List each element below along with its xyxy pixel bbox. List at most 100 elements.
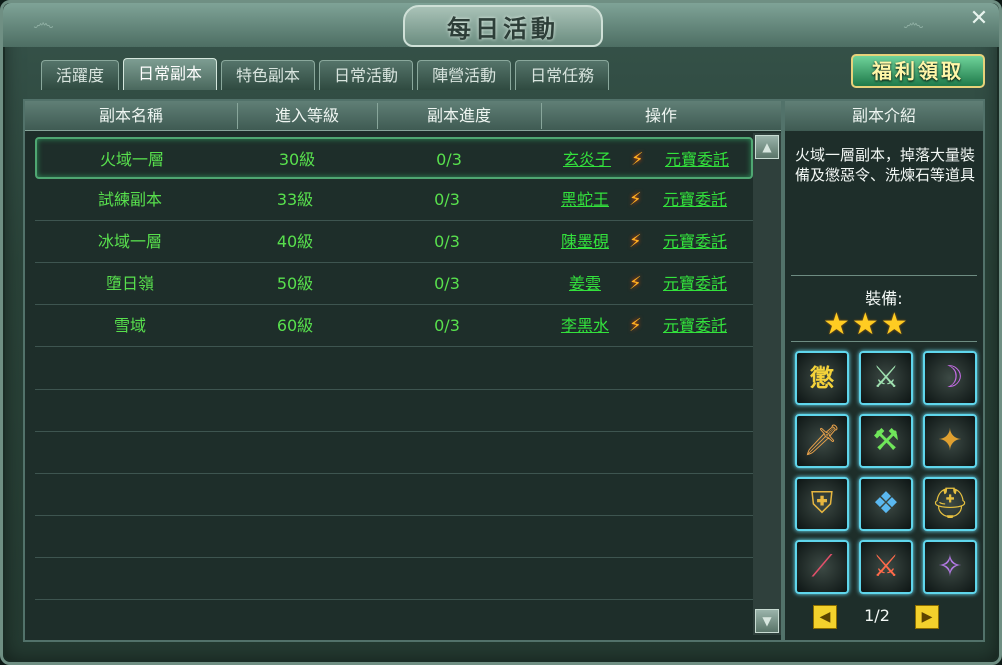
green-blade-icon: ⚔ xyxy=(872,360,900,395)
entry-level: 40級 xyxy=(276,232,314,251)
bronze-sword-icon: 🗡 xyxy=(802,423,842,458)
equipment-slot[interactable]: ⛨ xyxy=(795,477,849,531)
header-actions: 操作 xyxy=(644,106,677,125)
purple-scythe-icon: ☽ xyxy=(936,360,964,395)
row-divider xyxy=(35,515,753,516)
equipment-slot[interactable]: ⚔ xyxy=(859,540,913,594)
next-page-icon[interactable]: ▶ xyxy=(915,605,939,629)
row-divider xyxy=(35,431,753,432)
npc-link[interactable]: 李黑水 xyxy=(555,305,615,347)
row-divider xyxy=(35,473,753,474)
dungeon-name: 試練副本 xyxy=(97,190,162,209)
equipment-slot[interactable]: ⛑ xyxy=(923,477,977,531)
star-icon: ★ xyxy=(880,307,908,342)
star-icon: ★ xyxy=(823,307,850,342)
table-row[interactable]: 火域一層 30級 0/3 玄炎子 ⚡ 元寶委託 xyxy=(35,137,753,179)
divider xyxy=(791,275,977,276)
equipment-slot[interactable]: ⚒ xyxy=(859,414,913,468)
red-blade-icon: ⚔ xyxy=(872,549,900,584)
npc-link[interactable]: 黑蛇王 xyxy=(555,179,615,221)
entrust-link[interactable]: 元寶委託 xyxy=(655,305,735,347)
npc-link[interactable]: 玄炎子 xyxy=(557,139,617,181)
equipment-slot[interactable]: ⚔ xyxy=(859,351,913,405)
npc-link[interactable]: 陳墨硯 xyxy=(555,221,615,263)
dungeon-name: 火域一層 xyxy=(99,150,164,169)
dungeon-table: 副本名稱 進入等級 副本進度 操作 火域一層 30級 0/3 玄炎子 ⚡ 元寶委… xyxy=(23,99,783,642)
tab-faction-events[interactable]: 陣營活動 xyxy=(417,60,512,90)
entrust-link[interactable]: 元寶委託 xyxy=(657,139,737,181)
equipment-label: 裝備: xyxy=(865,289,903,308)
dungeon-progress: 0/3 xyxy=(436,150,462,169)
entry-level: 50級 xyxy=(276,274,314,293)
lightning-icon: ⚡ xyxy=(631,149,644,170)
tab-daily-quests[interactable]: 日常任務 xyxy=(515,60,610,90)
dungeon-progress: 0/3 xyxy=(434,190,460,209)
close-icon[interactable]: ✕ xyxy=(967,7,991,31)
dungeon-name: 墮日嶺 xyxy=(105,274,154,293)
tab-bar: 活躍度 日常副本 特色副本 日常活動 陣營活動 日常任務 xyxy=(41,58,610,90)
header-dungeon-name: 副本名稱 xyxy=(98,106,163,125)
crimson-staff-icon: ⟋ xyxy=(811,549,833,584)
dungeon-name: 冰域一層 xyxy=(97,232,162,251)
star-icon: ★ xyxy=(851,307,879,342)
entry-level: 33級 xyxy=(276,190,314,209)
row-divider xyxy=(35,599,753,600)
entrust-link[interactable]: 元寶委託 xyxy=(655,263,735,305)
equipment-slot[interactable]: ❖ xyxy=(859,477,913,531)
star-rating: ★ ★ ★ xyxy=(823,309,908,341)
dungeon-description: 火域一層副本，掉落大量裝備及懲惡令、洗煉石等道具 xyxy=(795,146,976,184)
dungeon-progress: 0/3 xyxy=(434,274,460,293)
header-progress: 副本進度 xyxy=(426,106,491,125)
equipment-slot[interactable]: ☽ xyxy=(923,351,977,405)
cloud-ornament-icon: ෴ xyxy=(903,11,924,36)
scroll-down-icon[interactable]: ▼ xyxy=(755,609,779,633)
daily-activity-window: ෴ ෴ 每日活動 ✕ 活躍度 日常副本 特色副本 日常活動 陣營活動 日常任務 … xyxy=(0,0,1002,665)
equipment-slot[interactable]: ✧ xyxy=(923,540,977,594)
equipment-slot[interactable]: 懲 xyxy=(795,351,849,405)
dungeon-progress: 0/3 xyxy=(434,232,460,251)
red-gold-armor-icon: ✦ xyxy=(937,423,963,458)
cloud-ornament-icon: ෴ xyxy=(33,11,54,36)
equipment-slot[interactable]: ✦ xyxy=(923,414,977,468)
window-title: 每日活動 xyxy=(447,15,559,43)
jade-hilt-icon: ⚒ xyxy=(872,423,900,458)
claim-welfare-button[interactable]: 福利領取 xyxy=(851,54,985,88)
violet-blade-icon: ✧ xyxy=(937,549,963,584)
gold-helm-icon: ⛑ xyxy=(930,486,970,521)
equipment-slot[interactable]: 🗡 xyxy=(795,414,849,468)
header-entry-level: 進入等級 xyxy=(274,106,339,125)
table-row[interactable]: 試練副本 33級 0/3 黑蛇王 ⚡ 元寶委託 xyxy=(35,179,753,221)
npc-link[interactable]: 姜雲 xyxy=(555,263,615,305)
tab-daily-dungeon[interactable]: 日常副本 xyxy=(123,58,218,90)
tab-daily-events[interactable]: 日常活動 xyxy=(319,60,414,90)
blue-scale-armor-icon: ❖ xyxy=(872,486,900,521)
entry-level: 60級 xyxy=(276,316,314,335)
dungeon-progress: 0/3 xyxy=(434,316,460,335)
lightning-icon: ⚡ xyxy=(629,231,642,252)
prev-page-icon[interactable]: ◀ xyxy=(813,605,837,629)
table-header: 副本名稱 進入等級 副本進度 操作 xyxy=(25,101,781,131)
dungeon-info-panel: 副本介紹 火域一層副本，掉落大量裝備及懲惡令、洗煉石等道具 裝備: ★ ★ ★ … xyxy=(783,99,985,642)
table-scrollbar[interactable]: ▲ ▼ xyxy=(753,133,781,635)
row-divider xyxy=(35,557,753,558)
tab-special-dungeon[interactable]: 特色副本 xyxy=(221,60,316,90)
entrust-link[interactable]: 元寶委託 xyxy=(655,179,735,221)
tab-activity[interactable]: 活躍度 xyxy=(41,60,120,90)
dungeon-name: 雪域 xyxy=(113,316,146,335)
divider xyxy=(791,341,977,342)
scroll-up-icon[interactable]: ▲ xyxy=(755,135,779,159)
equipment-slot[interactable]: ⟋ xyxy=(795,540,849,594)
gold-armor-icon: ⛨ xyxy=(810,486,834,521)
info-header: 副本介紹 xyxy=(785,101,983,131)
entry-level: 30級 xyxy=(278,150,316,169)
lightning-icon: ⚡ xyxy=(629,273,642,294)
badge-token-icon: 懲 xyxy=(810,364,834,392)
table-row[interactable]: 雪域 60級 0/3 李黑水 ⚡ 元寶委託 xyxy=(35,305,753,347)
table-row[interactable]: 冰域一層 40級 0/3 陳墨硯 ⚡ 元寶委託 xyxy=(35,221,753,263)
lightning-icon: ⚡ xyxy=(629,189,642,210)
lightning-icon: ⚡ xyxy=(629,315,642,336)
entrust-link[interactable]: 元寶委託 xyxy=(655,221,735,263)
page-indicator: 1/2 xyxy=(864,606,890,625)
row-divider xyxy=(35,389,753,390)
table-row[interactable]: 墮日嶺 50級 0/3 姜雲 ⚡ 元寶委託 xyxy=(35,263,753,305)
